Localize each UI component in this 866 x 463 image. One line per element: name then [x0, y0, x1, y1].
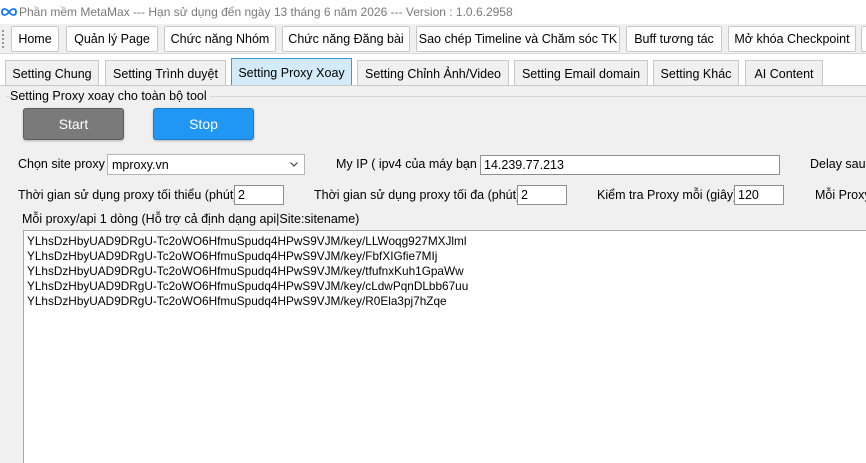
proxy-list-label: Mỗi proxy/api 1 dòng (Hỗ trợ cả định dạn…: [22, 212, 360, 226]
menu-copy-timeline[interactable]: Sao chép Timeline và Chăm sóc TK: [416, 26, 620, 52]
site-proxy-select[interactable]: mproxy.vn: [107, 154, 305, 175]
each-proxy-label: Mỗi Proxy: [815, 188, 866, 202]
proxy-settings-panel: Setting Proxy xoay cho toàn bộ tool Star…: [0, 85, 866, 463]
main-menu-bar: Home Quản lý Page Chức năng Nhóm Chức nă…: [0, 24, 866, 54]
tab-ai-content[interactable]: AI Content: [745, 60, 823, 86]
meta-infinity-icon: [1, 8, 17, 16]
site-proxy-value: mproxy.vn: [112, 157, 169, 172]
proxy-line: YLhsDzHbyUAD9DRgU-Tc2oWO6HfmuSpudq4HPwS9…: [27, 264, 464, 278]
max-time-input[interactable]: 2: [517, 185, 567, 205]
menu-buff-interaction[interactable]: Buff tương tác: [626, 26, 722, 52]
my-ip-label: My IP ( ipv4 của máy bạn ): [336, 157, 485, 171]
chevron-down-icon: [290, 162, 298, 167]
proxy-list-textarea[interactable]: YLhsDzHbyUAD9DRgU-Tc2oWO6HfmuSpudq4HPwS9…: [23, 230, 866, 463]
tab-setting-proxy[interactable]: Setting Proxy Xoay: [231, 58, 352, 86]
menu-home[interactable]: Home: [11, 26, 59, 52]
title-bar: Phần mềm MetaMax --- Hạn sử dụng đến ngà…: [0, 0, 866, 24]
settings-tab-bar: Setting Chung Setting Trình duyệt Settin…: [0, 56, 866, 86]
proxy-line: YLhsDzHbyUAD9DRgU-Tc2oWO6HfmuSpudq4HPwS9…: [27, 234, 467, 248]
delay-label: Delay sau l: [810, 157, 866, 171]
tab-setting-media[interactable]: Setting Chỉnh Ảnh/Video: [357, 60, 509, 86]
min-time-input[interactable]: 2: [234, 185, 284, 205]
check-interval-input[interactable]: 120: [734, 185, 784, 205]
menu-unlock-checkpoint[interactable]: Mở khóa Checkpoint: [728, 26, 856, 52]
menu-overflow-item[interactable]: [861, 26, 866, 52]
toolbar-grip-icon[interactable]: [2, 30, 5, 48]
start-button[interactable]: Start: [23, 108, 124, 140]
my-ip-input[interactable]: 14.239.77.213: [480, 155, 780, 175]
tab-setting-other[interactable]: Setting Khác: [653, 60, 739, 86]
tab-setting-browser[interactable]: Setting Trình duyệt: [105, 60, 226, 86]
proxy-line: YLhsDzHbyUAD9DRgU-Tc2oWO6HfmuSpudq4HPwS9…: [27, 294, 447, 308]
proxy-line: YLhsDzHbyUAD9DRgU-Tc2oWO6HfmuSpudq4HPwS9…: [27, 249, 438, 263]
menu-post-functions[interactable]: Chức năng Đăng bài: [282, 26, 410, 52]
menu-group-functions[interactable]: Chức năng Nhóm: [164, 26, 276, 52]
proxy-line: YLhsDzHbyUAD9DRgU-Tc2oWO6HfmuSpudq4HPwS9…: [27, 279, 469, 293]
menu-manage-page[interactable]: Quản lý Page: [66, 26, 158, 52]
tab-setting-email[interactable]: Setting Email domain: [514, 60, 648, 86]
window-title: Phần mềm MetaMax --- Hạn sử dụng đến ngà…: [19, 5, 513, 19]
tab-setting-chung[interactable]: Setting Chung: [5, 60, 99, 86]
max-time-label: Thời gian sử dụng proxy tối đa (phút): [314, 188, 521, 202]
min-time-label: Thời gian sử dụng proxy tối thiểu (phút): [18, 188, 238, 202]
stop-button[interactable]: Stop: [153, 108, 254, 140]
group-title: Setting Proxy xoay cho toàn bộ tool: [10, 89, 210, 103]
site-proxy-label: Chọn site proxy: [18, 157, 105, 171]
check-interval-label: Kiểm tra Proxy mỗi (giây): [597, 188, 738, 202]
